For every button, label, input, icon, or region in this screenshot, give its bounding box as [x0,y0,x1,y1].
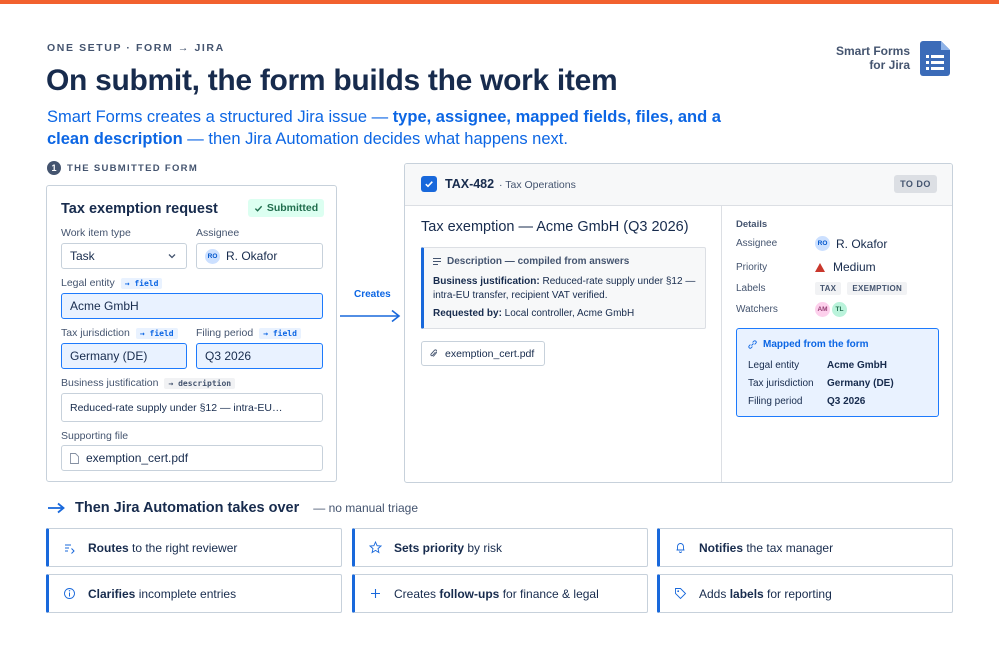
filing-period-label: Filing period → field [196,327,301,339]
eyebrow: ONE SETUP · FORM → JIRA [47,42,225,54]
submitted-form-card: Tax exemption request Submitted Work ite… [46,185,337,482]
automation-tile-priority: Sets priority by risk [352,528,648,567]
watchers-field-label: Watchers [736,304,778,315]
mapped-label: Filing period [748,396,803,407]
work-item-type-select[interactable]: Task [61,243,187,269]
priority-field-label: Priority [736,262,768,273]
automation-tile-labels: Adds labels for reporting [657,574,953,613]
issue-title: Tax exemption — Acme GmbH (Q3 2026) [421,219,689,235]
automation-tile-clarify: Clarifies incomplete entries [46,574,342,613]
assignee-field-value[interactable]: RO R. Okafor [815,236,887,251]
panel-divider [721,206,722,482]
avatar: RO [205,248,220,264]
issue-project: · Tax Operations [499,179,576,191]
supporting-file-upload[interactable]: exemption_cert.pdf [61,445,323,471]
business-justification-label: Business justification → description [61,377,236,389]
labels-field-label: Labels [736,283,766,294]
arrow-right-icon [48,502,65,514]
step-number: 1 [47,161,61,175]
assignee-field-label: Assignee [736,238,778,249]
attachment[interactable]: exemption_cert.pdf [421,341,546,366]
assignee-picker[interactable]: RO R. Okafor [196,243,323,269]
task-type-icon [421,176,437,192]
brand-name: Smart Forms for Jira [835,44,910,72]
mapped-label: Tax jurisdiction [748,378,814,389]
labels-field-value[interactable]: TAX EXEMPTION [815,282,913,295]
priority-medium-icon [815,262,825,272]
issue-header: TAX-482 · Tax Operations TO DO [405,164,952,206]
form-title: Tax exemption request [61,201,218,217]
automation-heading: Then Jira Automation takes over — no man… [47,500,418,516]
check-icon [254,205,262,212]
filing-period-input[interactable]: Q3 2026 [196,343,323,369]
avatar: TL [832,302,847,317]
legal-entity-label: Legal entity → field [61,277,163,289]
watchers-field-value[interactable]: AM TL [815,302,853,317]
status-badge[interactable]: TO DO [894,175,937,193]
tag-icon [675,588,687,600]
avatar: RO [815,236,830,251]
tax-jurisdiction-label: Tax jurisdiction → field [61,327,178,339]
chevron-down-icon [168,254,176,259]
text-lines-icon [433,258,441,265]
mapped-fields-heading: Mapped from the form [748,339,869,350]
work-item-type-label: Work item type [61,227,131,239]
label-tag[interactable]: TAX [815,282,842,295]
mapped-value: Germany (DE) [827,378,894,389]
status-badge: Submitted [248,199,324,217]
mapped-label: Legal entity [748,360,800,371]
description-justification: Business justification: Reduced-rate sup… [433,276,696,301]
legal-entity-input[interactable]: Acme GmbH [61,293,323,319]
issue-key[interactable]: TAX-482 [445,177,494,191]
file-icon [70,452,79,464]
creates-label: Creates [354,289,391,300]
info-icon [64,588,75,599]
automation-tile-notify: Notifies the tax manager [657,528,953,567]
form-document-icon [920,41,950,76]
issue-description: Description — compiled from answers Busi… [421,247,706,329]
mapped-value: Acme GmbH [827,360,888,371]
description-heading: Description — compiled from answers [433,256,696,267]
step-label: THE SUBMITTED FORM [67,162,199,174]
description-requested-by: Requested by: Local controller, Acme Gmb… [433,308,635,319]
page-title: On submit, the form builds the work item [46,64,618,97]
details-heading: Details [736,219,768,230]
top-accent-bar [0,0,999,4]
attachment-icon [430,349,437,357]
plus-icon [371,589,380,598]
tax-jurisdiction-input[interactable]: Germany (DE) [61,343,187,369]
automation-tile-follow-ups: Creates follow-ups for finance & legal [352,574,648,613]
label-tag[interactable]: EXEMPTION [847,282,908,295]
bell-icon [676,543,685,553]
mapped-value: Q3 2026 [827,396,866,407]
priority-field-value[interactable]: Medium [815,260,876,274]
jira-issue-card: TAX-482 · Tax Operations TO DO Tax exemp… [404,163,953,483]
star-icon [369,541,382,554]
link-icon [748,340,757,349]
supporting-file-label: Supporting file [61,430,129,442]
assignee-label: Assignee [196,227,240,239]
mapped-fields-panel: Mapped from the form Legal entity Acme G… [736,328,939,417]
business-justification-textarea[interactable]: Reduced-rate supply under §12 — intra-EU… [61,393,323,422]
automation-tile-routes: Routes to the right reviewer [46,528,342,567]
step-indicator: 1 THE SUBMITTED FORM [47,161,198,175]
arrow-right-icon [340,309,401,323]
avatar: AM [815,302,830,317]
page-subtitle: Smart Forms creates a structured Jira is… [47,108,721,148]
route-icon [65,544,75,554]
